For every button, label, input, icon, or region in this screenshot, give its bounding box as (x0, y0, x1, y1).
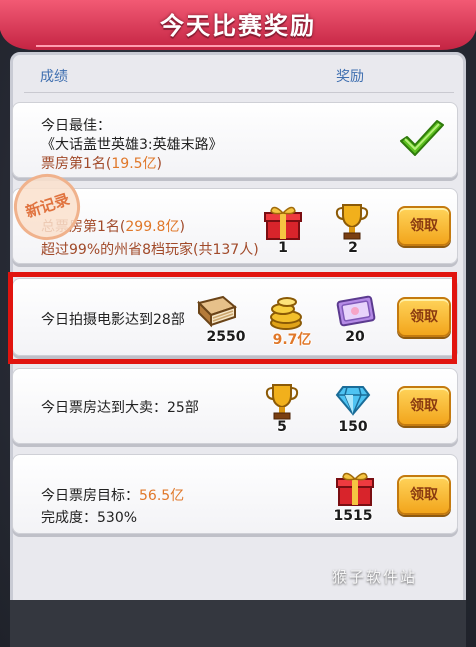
trophy-icon (335, 204, 369, 240)
gift-box-icon (264, 206, 302, 240)
column-header-result: 成绩 (40, 69, 68, 85)
claim-button[interactable]: 领取 (397, 386, 451, 426)
reward-count: 1515 (333, 508, 373, 524)
movie-title: 《大话盖世英雄3:英雄末路》 (41, 137, 223, 153)
target-label: 今日票房目标：56.5亿 (41, 488, 185, 504)
box-office-rank: 票房第1名(19.5亿) (41, 156, 163, 172)
reward-count: 1 (278, 240, 288, 256)
reward-row-box-office-target: 今日票房目标：56.5亿 完成度：530% 1515 领取 (12, 454, 458, 534)
reward-count: 5 (277, 419, 287, 435)
gift-box-icon (336, 472, 374, 506)
header-divider (24, 92, 454, 93)
row-label: 今日票房达到大卖：25部 (41, 400, 199, 416)
reward-screen: 今天比赛奖励 成绩 奖励 今日最佳： 《大话盖世英雄3:英雄末路》 票房第1名(… (0, 0, 476, 647)
page-title: 今天比赛奖励 (160, 12, 316, 40)
claim-button[interactable]: 领取 (397, 206, 451, 246)
reward-count: 150 (338, 419, 368, 435)
highlight-box (8, 272, 457, 364)
checkmark-icon (400, 120, 444, 156)
diamond-icon (335, 386, 371, 416)
completion-text: 完成度：530% (41, 510, 138, 526)
header-ribbon: 今天比赛奖励 (0, 0, 476, 58)
percentile-text: 超过99%的州省8档玩家(共137人) (41, 242, 259, 258)
trophy-icon (265, 384, 299, 420)
claim-button[interactable]: 领取 (397, 475, 451, 515)
bottom-strip (10, 600, 466, 647)
reward-count: 2 (348, 240, 358, 256)
column-header-reward: 奖励 (336, 69, 364, 85)
watermark-text: 猴子软件站 (332, 568, 418, 586)
row-label: 今日最佳： (41, 118, 111, 134)
reward-row-best-today: 今日最佳： 《大话盖世英雄3:英雄末路》 票房第1名(19.5亿) (12, 102, 458, 178)
reward-row-hits: 今日票房达到大卖：25部 5 150 领取 (12, 368, 458, 444)
